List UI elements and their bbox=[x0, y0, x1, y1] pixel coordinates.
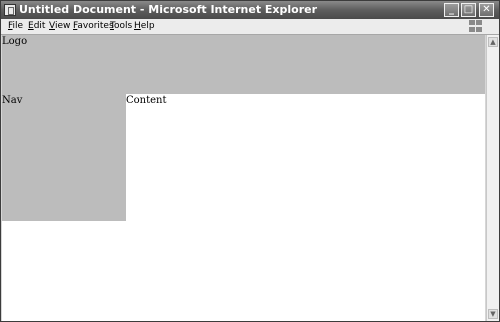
menu-bar: File Edit View Favorites Tools Help bbox=[1, 19, 499, 35]
vertical-scrollbar[interactable]: ▲ ▼ bbox=[486, 35, 499, 321]
menu-view[interactable]: View bbox=[49, 20, 70, 33]
browser-window: Untitled Document - Microsoft Internet E… bbox=[0, 0, 500, 322]
logo-region: Logo bbox=[2, 35, 485, 94]
scroll-up-arrow-icon[interactable]: ▲ bbox=[488, 37, 498, 47]
window-title: Untitled Document - Microsoft Internet E… bbox=[19, 3, 318, 16]
menu-help[interactable]: Help bbox=[134, 20, 155, 33]
windows-logo-icon bbox=[469, 20, 483, 33]
title-bar[interactable]: Untitled Document - Microsoft Internet E… bbox=[1, 1, 499, 19]
menu-favorites[interactable]: Favorites bbox=[73, 20, 114, 33]
content-region: Content bbox=[126, 94, 485, 221]
maximize-button[interactable]: □ bbox=[461, 3, 476, 17]
close-button[interactable]: ✕ bbox=[479, 3, 494, 17]
minimize-button[interactable]: _ bbox=[444, 3, 459, 17]
scroll-down-arrow-icon[interactable]: ▼ bbox=[488, 309, 498, 319]
menu-tools[interactable]: Tools bbox=[110, 20, 132, 33]
page-viewport: Logo Nav Content bbox=[2, 35, 485, 321]
nav-region: Nav bbox=[2, 94, 126, 221]
menu-edit[interactable]: Edit bbox=[28, 20, 45, 33]
document-icon bbox=[4, 4, 16, 16]
menu-file[interactable]: File bbox=[8, 20, 23, 33]
